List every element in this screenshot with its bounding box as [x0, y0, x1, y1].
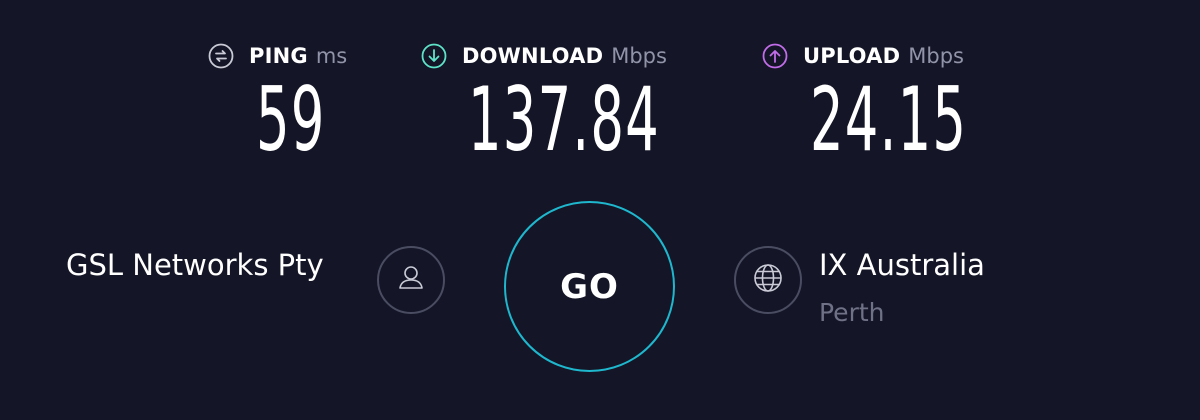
upload-arrow-icon	[762, 43, 788, 69]
isp-user-button[interactable]	[377, 246, 445, 314]
globe-icon	[751, 261, 785, 299]
server-name[interactable]: IX Australia	[819, 248, 985, 282]
download-unit: Mbps	[611, 44, 667, 68]
upload-value: 24.15	[810, 68, 968, 171]
download-metric: DOWNLOAD Mbps 137.84	[421, 40, 667, 164]
ping-metric: PING ms 59	[208, 40, 348, 164]
ping-label: PING	[249, 44, 308, 68]
upload-label: UPLOAD	[803, 44, 901, 68]
server-location: Perth	[819, 298, 885, 327]
go-label: GO	[560, 266, 619, 307]
go-button[interactable]: GO	[504, 201, 675, 372]
isp-name: GSL Networks Pty	[66, 248, 324, 282]
download-value: 137.84	[468, 68, 660, 171]
download-arrow-icon	[421, 43, 447, 69]
user-icon	[394, 261, 428, 299]
upload-unit: Mbps	[908, 44, 964, 68]
download-label: DOWNLOAD	[462, 44, 604, 68]
ping-unit: ms	[315, 44, 348, 68]
ping-value: 59	[256, 68, 326, 171]
server-globe-button[interactable]	[734, 246, 802, 314]
ping-icon	[208, 43, 234, 69]
upload-metric: UPLOAD Mbps 24.15	[762, 40, 966, 164]
